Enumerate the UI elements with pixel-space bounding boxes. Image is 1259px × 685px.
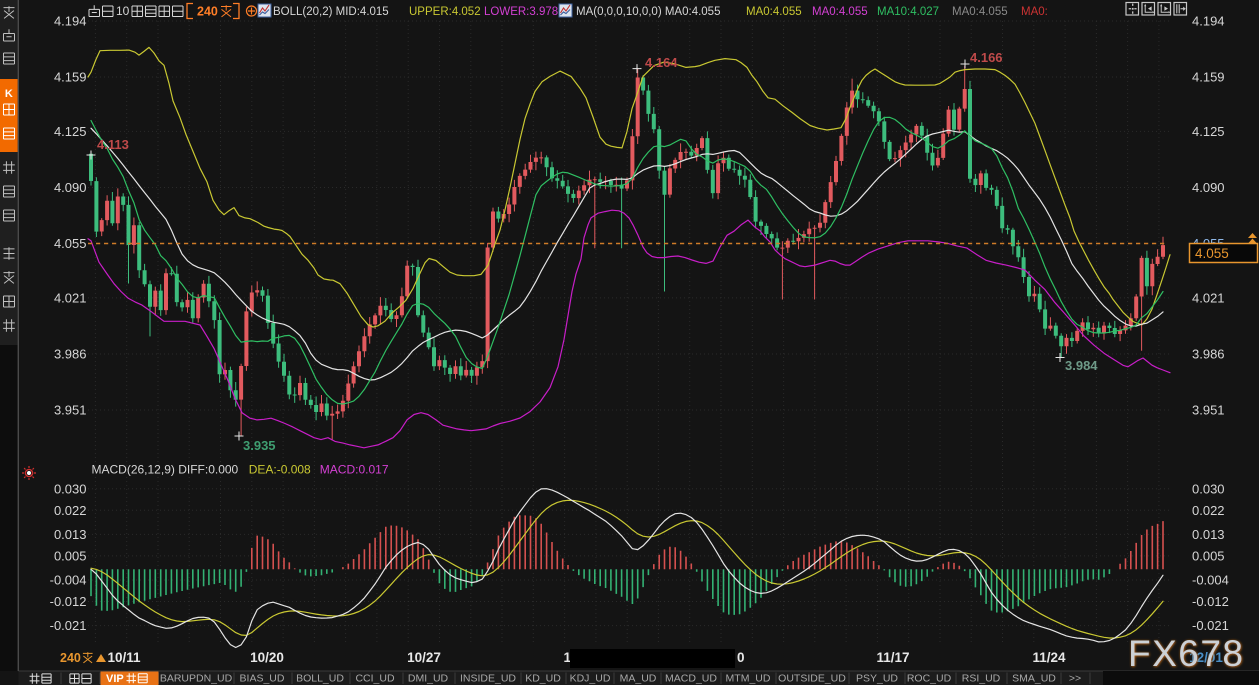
svg-text:-0.012: -0.012	[1192, 594, 1229, 609]
svg-text:4.164: 4.164	[645, 55, 678, 70]
svg-text:3.984: 3.984	[1065, 358, 1098, 373]
svg-text:MA10:4.027: MA10:4.027	[877, 6, 939, 18]
svg-text:ROC_UD: ROC_UD	[907, 673, 952, 685]
svg-text:-0.021: -0.021	[1192, 618, 1229, 633]
svg-text:UPPER:4.052: UPPER:4.052	[409, 6, 481, 18]
svg-text:3.986: 3.986	[1192, 346, 1225, 361]
svg-text:0.022: 0.022	[1192, 503, 1225, 518]
svg-text:0.005: 0.005	[54, 548, 87, 563]
svg-text:DMI_UD: DMI_UD	[408, 673, 449, 685]
svg-text:10/11: 10/11	[107, 650, 141, 665]
svg-text:MACD:0.017: MACD:0.017	[320, 463, 389, 477]
svg-text:CCI_UD: CCI_UD	[355, 673, 395, 685]
svg-text:4.113: 4.113	[97, 137, 129, 152]
svg-text:3.935: 3.935	[243, 438, 276, 453]
svg-text:MTM_UD: MTM_UD	[726, 673, 771, 685]
svg-text:4.194: 4.194	[54, 13, 87, 28]
svg-text:10/20: 10/20	[250, 650, 284, 665]
svg-text:4.125: 4.125	[54, 124, 87, 139]
svg-text:4.055: 4.055	[54, 236, 87, 251]
svg-text:OUTSIDE_UD: OUTSIDE_UD	[778, 673, 846, 685]
svg-text:240: 240	[197, 5, 218, 19]
svg-text:-0.004: -0.004	[1192, 573, 1229, 588]
svg-text:BOLL_UD: BOLL_UD	[296, 673, 344, 685]
svg-text:4.125: 4.125	[1192, 124, 1225, 139]
svg-text:-0.012: -0.012	[50, 594, 87, 609]
svg-text:4.166: 4.166	[970, 50, 1003, 65]
svg-text:10/27: 10/27	[407, 650, 441, 665]
svg-text:PSY_UD: PSY_UD	[856, 673, 898, 685]
svg-text:0.013: 0.013	[1192, 527, 1225, 542]
svg-text:4.055: 4.055	[1195, 246, 1229, 261]
svg-text:SMA_UD: SMA_UD	[1012, 673, 1056, 685]
svg-text:MA0:: MA0:	[1021, 6, 1048, 18]
svg-text:MA0:4.055: MA0:4.055	[952, 6, 1008, 18]
svg-text:11/24: 11/24	[1032, 650, 1066, 665]
svg-text:BARUPDN_UD: BARUPDN_UD	[160, 673, 233, 685]
svg-text:LOWER:3.978: LOWER:3.978	[484, 6, 558, 18]
svg-text:KD_UD: KD_UD	[525, 673, 561, 685]
svg-text:4.194: 4.194	[1192, 13, 1225, 28]
svg-text:0.030: 0.030	[1192, 481, 1225, 496]
svg-text:MACD(26,12,9) DIFF:0.000: MACD(26,12,9) DIFF:0.000	[92, 463, 239, 477]
svg-text:0.030: 0.030	[54, 481, 87, 496]
svg-text:KDJ_UD: KDJ_UD	[570, 673, 611, 685]
svg-text:0.022: 0.022	[54, 503, 87, 518]
svg-text:3.951: 3.951	[54, 403, 87, 418]
svg-text:BIAS_UD: BIAS_UD	[240, 673, 285, 685]
svg-text:K: K	[5, 88, 13, 100]
svg-text:BOLL(20,2) MID:4.015: BOLL(20,2) MID:4.015	[273, 6, 389, 18]
svg-text:-0.004: -0.004	[50, 573, 87, 588]
svg-text:MA(0,0,0,10,0,0) MA0:4.055: MA(0,0,0,10,0,0) MA0:4.055	[576, 6, 720, 18]
svg-text:3.986: 3.986	[54, 346, 87, 361]
svg-text:10: 10	[116, 4, 130, 18]
svg-text:DEA:-0.008: DEA:-0.008	[249, 463, 311, 477]
svg-text:INSIDE_UD: INSIDE_UD	[460, 673, 516, 685]
svg-text:VIP: VIP	[106, 673, 124, 685]
svg-text:3.951: 3.951	[1192, 403, 1225, 418]
svg-text:MACD_UD: MACD_UD	[665, 673, 717, 685]
svg-text:-0.021: -0.021	[50, 618, 87, 633]
svg-text:0: 0	[737, 650, 745, 665]
svg-text:MA_UD: MA_UD	[620, 673, 657, 685]
svg-text:MA0:4.055: MA0:4.055	[812, 6, 868, 18]
svg-text:0.005: 0.005	[1192, 548, 1225, 563]
svg-text:0.013: 0.013	[54, 527, 87, 542]
svg-text:MA0:4.055: MA0:4.055	[746, 6, 802, 18]
svg-text:FX678: FX678	[1128, 633, 1245, 674]
svg-text:240: 240	[60, 651, 81, 665]
svg-text:RSI_UD: RSI_UD	[962, 673, 1001, 685]
svg-text:4.021: 4.021	[54, 290, 87, 305]
svg-text:4.090: 4.090	[1192, 180, 1225, 195]
svg-text:11/17: 11/17	[876, 650, 909, 665]
svg-text:4.159: 4.159	[1192, 69, 1225, 84]
svg-text:4.090: 4.090	[54, 180, 87, 195]
svg-text:>>: >>	[1069, 673, 1081, 685]
svg-text:4.159: 4.159	[54, 69, 87, 84]
svg-text:4.021: 4.021	[1192, 290, 1225, 305]
